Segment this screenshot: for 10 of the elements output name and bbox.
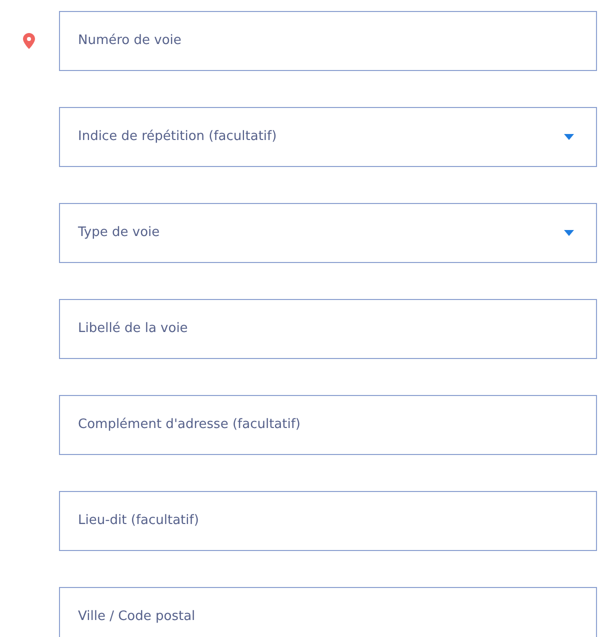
input-field[interactable]: Ville / Code postal — [59, 587, 597, 637]
input-field[interactable]: Numéro de voie — [59, 11, 597, 71]
caret-icon — [564, 134, 574, 140]
input-field[interactable]: Complément d'adresse (facultatif) — [59, 395, 597, 455]
dropdown-field[interactable]: Type de voie — [59, 203, 597, 263]
map-pin-icon — [22, 33, 34, 49]
dropdown-field[interactable]: Indice de répétition (facultatif) — [59, 107, 597, 167]
caret-icon — [564, 230, 574, 236]
input-field[interactable]: Lieu-dit (facultatif) — [59, 491, 597, 551]
input-field[interactable]: Libellé de la voie — [59, 299, 597, 359]
